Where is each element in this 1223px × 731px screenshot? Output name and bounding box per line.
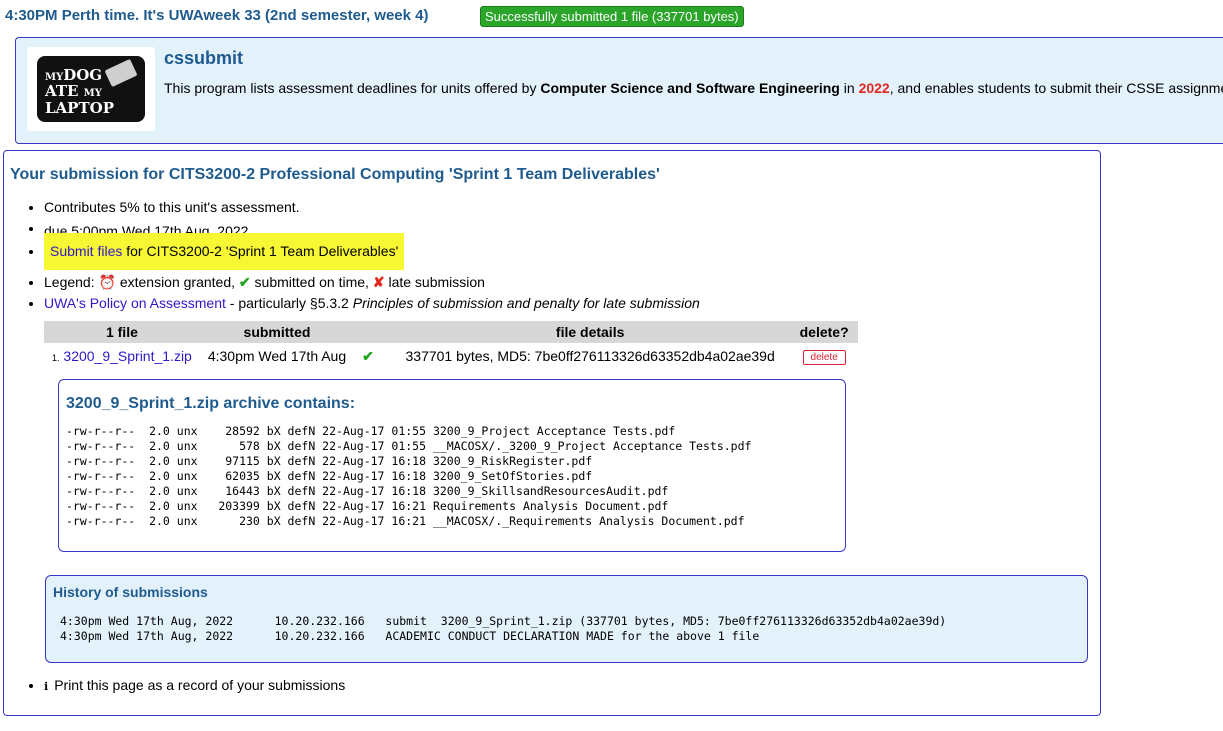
archive-listing: -rw-r--r-- 2.0 unx 28592 bX defN 22-Aug-… bbox=[66, 424, 752, 528]
details-cell: 337701 bytes, MD5: 7be0ff276113326d63352… bbox=[405, 348, 775, 364]
submission-title: Your submission for CITS3200-2 Professio… bbox=[10, 166, 660, 183]
desc-text: This program lists assessment deadlines … bbox=[164, 80, 541, 96]
delete-button[interactable]: delete bbox=[802, 350, 846, 365]
legend-text: late submission bbox=[384, 274, 485, 290]
logo: MYDOG ATE MY LAPTOP bbox=[27, 47, 155, 131]
row-number: 1. bbox=[52, 353, 60, 363]
due-text: due 5:00pm Wed 17th Aug, 2022 bbox=[44, 223, 249, 233]
logo-line-2: ATE MY bbox=[45, 82, 102, 100]
app-title: cssubmit bbox=[164, 48, 244, 68]
contributes-item: Contributes 5% to this unit's assessment… bbox=[44, 197, 700, 218]
desc-text: , and enables students to submit their C… bbox=[889, 80, 1223, 96]
check-icon: ✔ bbox=[238, 274, 251, 290]
info-icon: ℹ bbox=[44, 680, 49, 693]
legend-text: submitted on time, bbox=[250, 274, 373, 290]
submission-info-list: Contributes 5% to this unit's assessment… bbox=[4, 197, 700, 314]
file-link[interactable]: 3200_9_Sprint_1.zip bbox=[63, 348, 191, 364]
submit-highlight: Submit files for CITS3200-2 'Sprint 1 Te… bbox=[44, 233, 405, 270]
legend-text: extension granted, bbox=[115, 274, 239, 290]
legend-label: Legend: bbox=[44, 274, 99, 290]
files-table: 1 file submitted file details delete? 1.… bbox=[44, 321, 859, 369]
file-cell: 1. 3200_9_Sprint_1.zip bbox=[44, 343, 200, 369]
year-highlight: 2022 bbox=[858, 80, 890, 96]
col-header-status bbox=[354, 321, 391, 343]
submit-item: Submit files for CITS3200-2 'Sprint 1 Te… bbox=[44, 233, 700, 270]
alarm-clock-icon: ⏰ bbox=[98, 274, 116, 290]
legend-item: Legend: ⏰ extension granted, ✔ submitted… bbox=[44, 272, 700, 293]
print-text: Print this page as a record of your subm… bbox=[54, 677, 346, 693]
policy-item: UWA's Policy on Assessment - particularl… bbox=[44, 293, 700, 314]
logo-text: MY bbox=[83, 88, 102, 99]
table-row: 1. 3200_9_Sprint_1.zip 4:30pm Wed 17th A… bbox=[44, 343, 858, 369]
col-header-submitted: submitted bbox=[199, 321, 355, 343]
submitted-cell: 4:30pm Wed 17th Aug bbox=[207, 348, 347, 364]
desc-text: in bbox=[839, 80, 859, 96]
col-header-details: file details bbox=[390, 321, 791, 343]
submit-files-link[interactable]: Submit files bbox=[50, 243, 122, 259]
laptop-icon bbox=[104, 58, 138, 88]
print-item: ℹ Print this page as a record of your sub… bbox=[44, 675, 345, 697]
delete-cell: delete bbox=[790, 343, 858, 369]
history-entries: 4:30pm Wed 17th Aug, 2022 10.20.232.166 … bbox=[60, 614, 947, 643]
col-header-delete: delete? bbox=[790, 321, 859, 343]
status-time-line: 4:30PM Perth time. It's UWAweek 33 (2nd … bbox=[5, 7, 429, 24]
col-header-file: 1 file bbox=[44, 321, 200, 343]
print-list: ℹ Print this page as a record of your sub… bbox=[4, 675, 345, 697]
archive-panel: 3200_9_Sprint_1.zip archive contains: -r… bbox=[58, 379, 846, 552]
history-panel: History of submissions 4:30pm Wed 17th A… bbox=[45, 575, 1088, 663]
submission-panel: Your submission for CITS3200-2 Professio… bbox=[3, 150, 1101, 716]
policy-italic-text: Principles of submission and penalty for… bbox=[352, 295, 700, 311]
table-header-row: 1 file submitted file details delete? bbox=[44, 321, 859, 343]
logo-text: ATE bbox=[45, 82, 79, 100]
archive-title: 3200_9_Sprint_1.zip archive contains: bbox=[66, 395, 356, 412]
app-description: This program lists assessment deadlines … bbox=[164, 80, 1223, 96]
header-panel: MYDOG ATE MY LAPTOP cssubmit This progra… bbox=[15, 37, 1223, 144]
school-name: Computer Science and Software Engineerin… bbox=[540, 80, 840, 96]
cross-icon: ✘ bbox=[372, 274, 385, 290]
logo-line-3: LAPTOP bbox=[45, 99, 114, 117]
success-badge: Successfully submitted 1 file (337701 by… bbox=[480, 6, 744, 27]
status-cell: ✔ bbox=[354, 343, 390, 369]
check-icon: ✔ bbox=[362, 347, 374, 364]
submit-text: for CITS3200-2 'Sprint 1 Team Deliverabl… bbox=[122, 243, 399, 259]
logo-image: MYDOG ATE MY LAPTOP bbox=[37, 56, 145, 122]
policy-link[interactable]: UWA's Policy on Assessment bbox=[44, 295, 226, 311]
due-item: due 5:00pm Wed 17th Aug, 2022 bbox=[44, 218, 700, 233]
history-title: History of submissions bbox=[53, 584, 208, 600]
policy-text: - particularly §5.3.2 bbox=[225, 295, 353, 311]
